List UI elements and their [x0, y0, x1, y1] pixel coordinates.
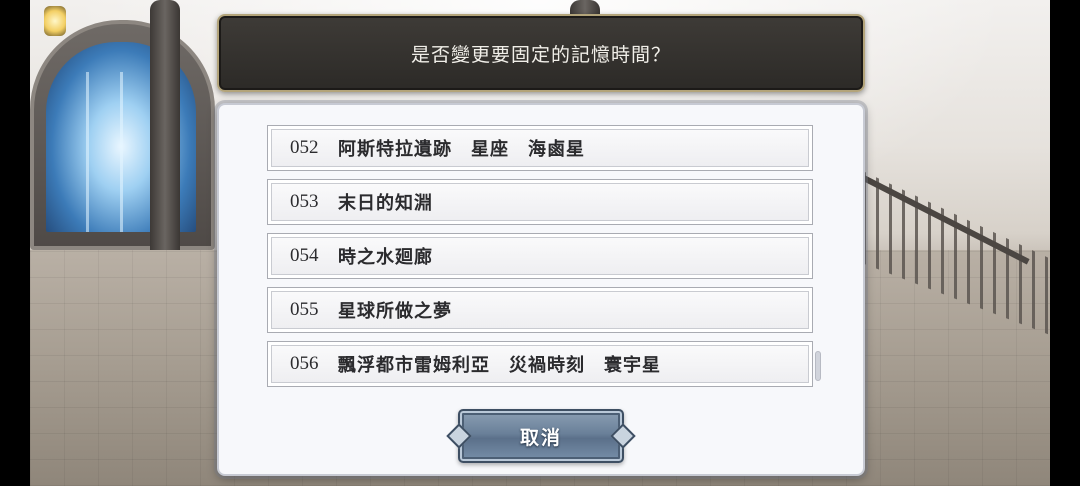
list-item[interactable]: 055 星球所做之夢: [267, 287, 813, 333]
gate-bar: [120, 72, 123, 232]
item-name: 星球所做之夢: [338, 301, 452, 322]
cancel-button[interactable]: 取消: [458, 409, 624, 463]
item-name: 末日的知淵: [338, 193, 433, 214]
item-name: 飄浮都市雷姆利亞 災禍時刻 寰宇星: [338, 355, 661, 376]
list-item[interactable]: 054 時之水廻廊: [267, 233, 813, 279]
item-number: 054: [290, 245, 319, 266]
list-item[interactable]: 053 末日的知淵: [267, 179, 813, 225]
item-name: 阿斯特拉遺跡 星座 海鹵星: [338, 139, 585, 160]
list-item[interactable]: 052 阿斯特拉遺跡 星座 海鹵星: [267, 125, 813, 171]
stone-pillar: [150, 0, 180, 250]
item-number: 052: [290, 137, 319, 158]
item-number: 055: [290, 299, 319, 320]
item-number: 053: [290, 191, 319, 212]
crystal-gate: [30, 20, 215, 250]
dialog-title: 是否變更要固定的記憶時間？: [410, 43, 671, 66]
cancel-label: 取消: [519, 426, 562, 449]
lamp-icon: [44, 6, 66, 36]
item-name: 時之水廻廊: [338, 247, 433, 268]
item-number: 056: [290, 353, 319, 374]
memory-time-dialog: 052 阿斯特拉遺跡 星座 海鹵星 053 末日的知淵 054 時之水廻廊 05…: [217, 103, 865, 476]
dialog-title-bar: 是否變更要固定的記憶時間？: [217, 14, 865, 92]
scrollbar-thumb[interactable]: [815, 351, 821, 381]
gate-bar: [86, 72, 89, 232]
memory-list[interactable]: 052 阿斯特拉遺跡 星座 海鹵星 053 末日的知淵 054 時之水廻廊 05…: [267, 125, 823, 387]
list-item[interactable]: 056 飄浮都市雷姆利亞 災禍時刻 寰宇星: [267, 341, 813, 387]
